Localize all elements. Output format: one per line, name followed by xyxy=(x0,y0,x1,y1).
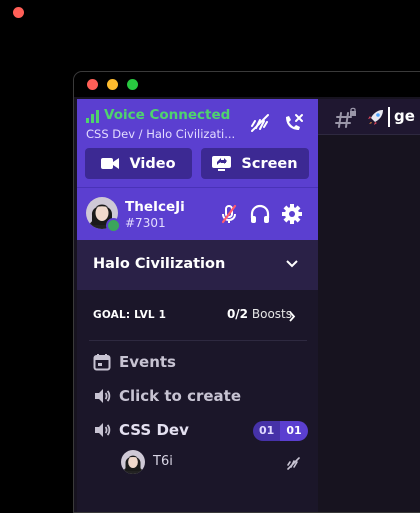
boost-count-label: Boosts xyxy=(251,307,292,321)
window-minimize-button[interactable] xyxy=(107,79,118,90)
channel-label: Click to create xyxy=(119,387,242,405)
app-window: Voice Connected CSS Dev / Halo Civilizat… xyxy=(73,71,420,513)
member-name: T6i xyxy=(153,454,173,469)
voice-connection-panel: Voice Connected CSS Dev / Halo Civilizat… xyxy=(77,99,318,187)
noise-suppression-icon[interactable] xyxy=(249,112,271,134)
server-header[interactable]: Halo Civilization xyxy=(77,240,318,290)
boost-goal-label: GOAL: LVL 1 xyxy=(93,309,167,321)
boost-goal-row[interactable]: GOAL: LVL 1 0/2 Boosts xyxy=(77,290,318,340)
microphone-muted-icon[interactable] xyxy=(218,203,240,225)
channel-click-to-create[interactable]: Click to create xyxy=(93,384,241,408)
boost-count-value: 0/2 xyxy=(226,307,249,321)
channel-events[interactable]: Events xyxy=(93,350,176,374)
channel-label: Events xyxy=(119,353,176,371)
calendar-icon xyxy=(93,354,111,371)
screen-share-icon xyxy=(212,155,232,171)
channel-header-title: ge xyxy=(394,107,415,125)
signal-strength-icon xyxy=(86,110,99,123)
channel-css-dev[interactable]: CSS Dev xyxy=(93,418,189,442)
badge-user-limit: 01 xyxy=(280,421,308,441)
camera-icon xyxy=(101,158,120,169)
noise-suppression-icon xyxy=(287,457,300,470)
username: TheIceJi xyxy=(125,199,185,215)
headphones-icon[interactable] xyxy=(249,203,271,225)
gear-icon[interactable] xyxy=(281,203,303,225)
video-button-label: Video xyxy=(129,155,176,172)
member-avatar xyxy=(121,450,145,474)
title-bar xyxy=(74,72,420,97)
badge-user-count: 01 xyxy=(253,421,281,441)
screen-share-button[interactable]: Screen xyxy=(201,148,309,179)
chevron-right-icon xyxy=(289,311,296,322)
text-cursor xyxy=(388,107,390,127)
chevron-down-icon xyxy=(286,260,298,268)
online-status-icon xyxy=(106,218,121,233)
divider xyxy=(318,134,420,135)
rocket-icon xyxy=(368,110,383,125)
user-tag: #7301 xyxy=(125,216,166,230)
user-limit-badge: 01 01 xyxy=(253,421,308,441)
voice-status[interactable]: Voice Connected xyxy=(104,107,230,123)
channel-label: CSS Dev xyxy=(119,421,189,439)
boost-count: 0/2 Boosts xyxy=(227,307,292,321)
window-close-button[interactable] xyxy=(13,7,24,18)
channel-header: ge xyxy=(318,99,420,134)
video-button[interactable]: Video xyxy=(85,148,192,179)
window-close-button[interactable] xyxy=(87,79,98,90)
screen-button-label: Screen xyxy=(241,155,298,172)
server-name: Halo Civilization xyxy=(93,256,226,272)
speaker-icon xyxy=(95,389,111,403)
locked-channel-icon xyxy=(335,107,356,128)
voice-channel-path[interactable]: CSS Dev / Halo Civilizati... xyxy=(86,127,235,141)
window-maximize-button[interactable] xyxy=(127,79,138,90)
disconnect-call-icon[interactable] xyxy=(282,112,304,134)
divider xyxy=(89,340,307,341)
speaker-icon xyxy=(95,423,111,437)
user-panel: TheIceJi #7301 xyxy=(77,187,318,241)
channel-sidebar: Voice Connected CSS Dev / Halo Civilizat… xyxy=(77,99,318,512)
